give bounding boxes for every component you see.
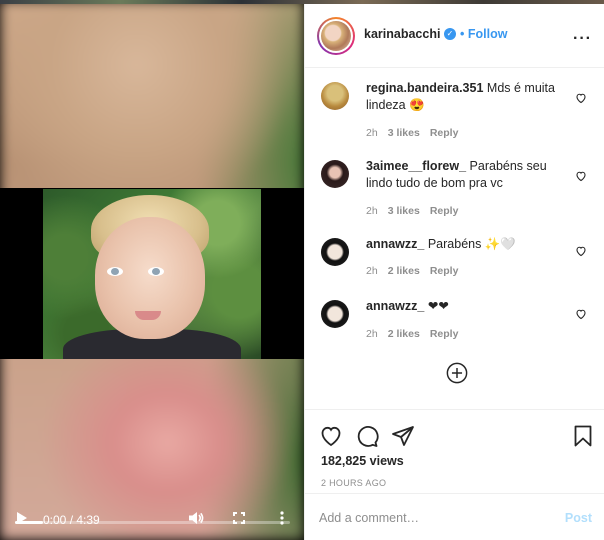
follow-button[interactable]: • Follow xyxy=(460,27,507,41)
share-icon[interactable] xyxy=(391,424,415,448)
avatar[interactable] xyxy=(317,17,355,55)
video-time: 0:00 / 4:39 xyxy=(43,513,100,527)
comment-avatar[interactable] xyxy=(321,160,349,188)
reply-button[interactable]: Reply xyxy=(430,127,459,139)
heart-icon[interactable] xyxy=(575,308,587,320)
heart-icon[interactable] xyxy=(319,424,343,448)
top-thumbnail-strip xyxy=(0,0,604,4)
more-horizontal-icon[interactable]: ··· xyxy=(573,30,592,48)
comment-input[interactable] xyxy=(319,508,539,528)
comment-avatar[interactable] xyxy=(321,238,349,266)
comment-username[interactable]: annawzz_ xyxy=(366,299,424,313)
video-player[interactable]: 0:00 / 4:39 xyxy=(0,0,304,540)
video-frame xyxy=(43,189,261,359)
comment-username[interactable]: annawzz_ xyxy=(366,237,424,251)
video-progress-bar[interactable] xyxy=(15,521,290,524)
comment-list: regina.bandeira.351 Mds é muita lindeza … xyxy=(305,68,604,409)
bookmark-icon[interactable] xyxy=(571,424,595,448)
verified-icon: ✓ xyxy=(444,28,456,40)
comment-text: Parabéns ✨🤍 xyxy=(427,237,516,251)
views-count[interactable]: 182,825 views xyxy=(321,454,404,468)
reply-button[interactable]: Reply xyxy=(430,205,459,217)
comment-username[interactable]: 3aimee__florew_ xyxy=(366,159,466,173)
reply-button[interactable]: Reply xyxy=(430,265,459,277)
comment-likes[interactable]: 2 likes xyxy=(388,328,420,340)
comment-time: 2h xyxy=(366,205,378,217)
comment-time: 2h xyxy=(366,127,378,139)
add-comment-bar: Post xyxy=(305,493,604,540)
add-circle-icon[interactable] xyxy=(446,362,468,384)
post-header: karinabacchi ✓ • Follow ··· xyxy=(305,4,604,68)
comment-username[interactable]: regina.bandeira.351 xyxy=(366,81,483,95)
post-actions: 182,825 views 2 HOURS AGO xyxy=(305,409,604,493)
post-sidebar: karinabacchi ✓ • Follow ··· regina.bande… xyxy=(304,4,604,540)
comment-time: 2h xyxy=(366,265,378,277)
comment-likes[interactable]: 2 likes xyxy=(388,265,420,277)
heart-icon[interactable] xyxy=(575,170,587,182)
comment-avatar[interactable] xyxy=(321,82,349,110)
comment-likes[interactable]: 3 likes xyxy=(388,205,420,217)
comment-avatar[interactable] xyxy=(321,300,349,328)
comment-text: ❤❤ xyxy=(427,299,449,313)
comment-likes[interactable]: 3 likes xyxy=(388,127,420,139)
reply-button[interactable]: Reply xyxy=(430,328,459,340)
post-button[interactable]: Post xyxy=(565,511,592,525)
comment-time: 2h xyxy=(366,328,378,340)
heart-icon[interactable] xyxy=(575,245,587,257)
video-controls: 0:00 / 4:39 xyxy=(0,480,304,540)
post-timestamp: 2 HOURS AGO xyxy=(321,478,387,488)
video-progress-fill xyxy=(15,521,43,524)
post-username[interactable]: karinabacchi xyxy=(364,27,440,41)
comment-icon[interactable] xyxy=(355,424,379,448)
heart-icon[interactable] xyxy=(575,92,587,104)
